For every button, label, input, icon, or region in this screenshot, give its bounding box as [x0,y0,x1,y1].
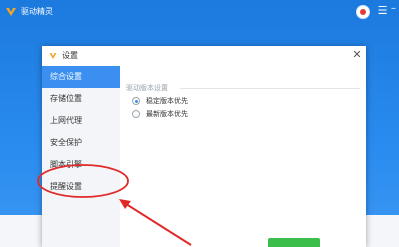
sidebar-item-general[interactable]: 综合设置 [42,66,120,88]
app-logo-icon [6,8,16,16]
close-icon[interactable]: ✕ [351,49,363,61]
menu-icon[interactable]: ☰ [377,5,388,17]
section-divider [180,88,360,89]
radio-checked[interactable] [132,97,140,105]
settings-icon [49,53,57,59]
minimize-icon[interactable]: – [391,3,399,15]
settings-dialog: 设置 ✕ 综合设置 存储位置 上网代理 安全保护 脚本引擎 提醒设置 驱动版本设… [42,46,366,247]
option-label: 最新版本优先 [146,110,188,118]
sidebar-item-proxy[interactable]: 上网代理 [42,110,120,132]
settings-content: 驱动版本设置 稳定版本优先 最新版本优先 [120,66,366,247]
dialog-titlebar: 设置 ✕ [42,46,366,66]
settings-sidebar: 综合设置 存储位置 上网代理 安全保护 脚本引擎 提醒设置 [42,66,120,247]
confirm-button[interactable] [268,238,320,247]
app-title: 驱动精灵 [21,7,53,16]
sidebar-item-storage[interactable]: 存储位置 [42,88,120,110]
option-label: 稳定版本优先 [146,97,188,105]
app-titlebar: 驱动精灵 ☰ – [0,0,399,26]
radio-unchecked[interactable] [132,110,140,118]
sidebar-item-reminder[interactable]: 提醒设置 [42,176,120,198]
sidebar-item-security[interactable]: 安全保护 [42,132,120,154]
dialog-title: 设置 [62,51,78,60]
section-title: 驱动版本设置 [126,84,168,92]
sidebar-item-script-engine[interactable]: 脚本引擎 [42,154,120,176]
shield-icon[interactable] [357,6,369,18]
